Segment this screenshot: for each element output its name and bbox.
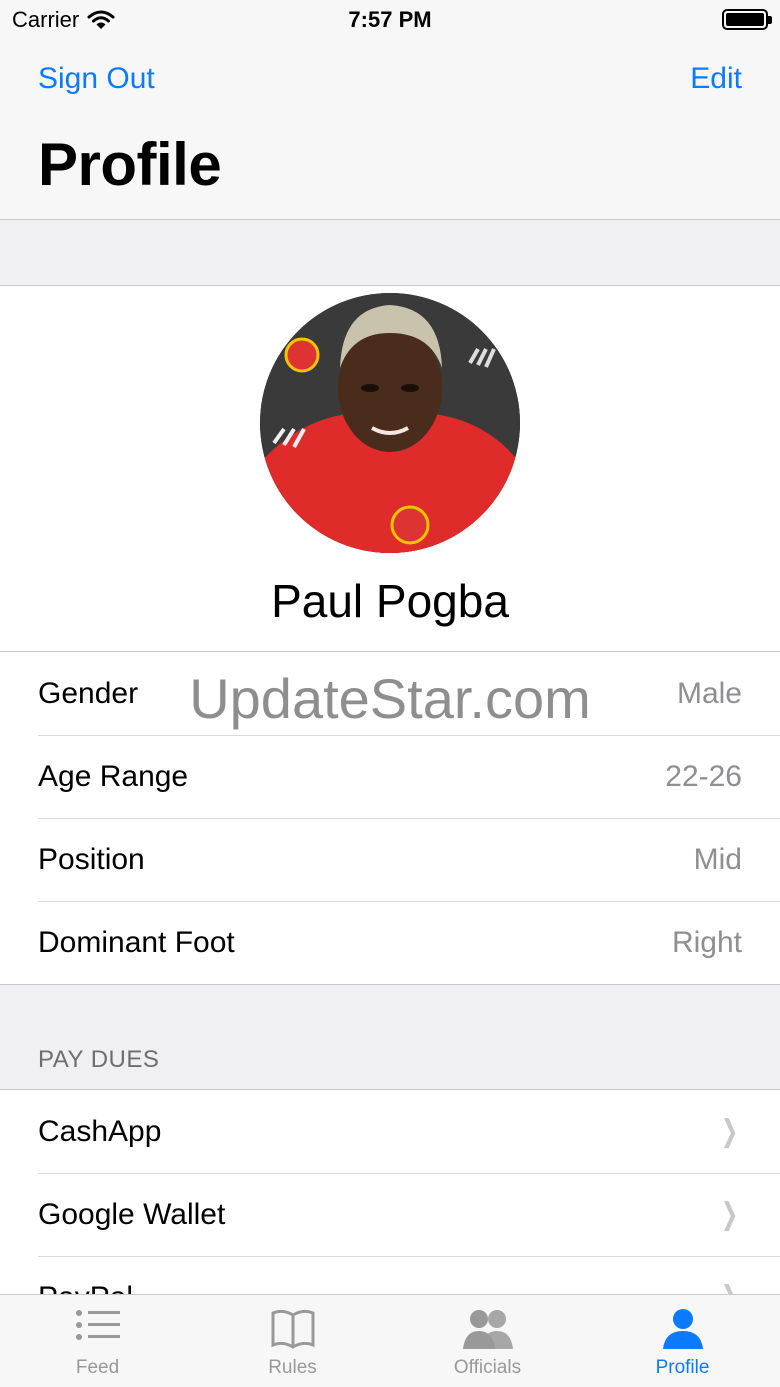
tab-bar: Feed Rules Officials Profile (0, 1294, 780, 1387)
pay-option-cashapp[interactable]: CashApp ❯ (0, 1090, 780, 1173)
profile-info-list: Gender Male Age Range 22-26 Position Mid… (0, 651, 780, 985)
tab-profile[interactable]: Profile (585, 1295, 780, 1387)
pay-option-label: CashApp (38, 1114, 162, 1148)
tab-label: Officials (453, 1357, 522, 1378)
tab-label: Feed (75, 1357, 120, 1378)
player-name: Paul Pogba (271, 575, 509, 627)
info-row-position: Position Mid (0, 818, 780, 901)
list-icon (75, 1310, 120, 1340)
info-value: Mid (693, 842, 742, 876)
section-spacer (0, 220, 780, 285)
pay-dues-list: CashApp ❯ Google Wallet ❯ PayPal ❯ (0, 1089, 780, 1299)
profile-card: Paul Pogba (0, 285, 780, 651)
tab-rules[interactable]: Rules (195, 1295, 390, 1387)
pay-option-paypal[interactable]: PayPal ❯ (0, 1256, 780, 1299)
status-bar: Carrier 7:57 PM (0, 0, 780, 40)
navigation-bar: Sign Out Edit Profile (0, 40, 780, 220)
tab-label: Rules (268, 1357, 317, 1378)
info-label: Dominant Foot (38, 925, 235, 959)
battery-icon (722, 9, 772, 30)
pay-dues-header: PAY DUES (38, 1046, 160, 1073)
info-value: 22-26 (665, 759, 742, 793)
book-icon (271, 1309, 314, 1349)
tab-label: Profile (655, 1357, 710, 1378)
chevron-right-icon: ❯ (720, 1115, 739, 1148)
status-time: 7:57 PM (348, 7, 432, 32)
edit-button[interactable]: Edit (690, 62, 742, 96)
pay-option-label: Google Wallet (38, 1197, 226, 1231)
tab-feed[interactable]: Feed (0, 1295, 195, 1387)
info-label: Gender (38, 676, 139, 710)
info-value: Male (676, 676, 742, 710)
info-row-dominant-foot: Dominant Foot Right (0, 901, 780, 984)
info-row-gender: Gender Male (0, 652, 780, 735)
avatar[interactable] (260, 293, 520, 553)
person-icon (662, 1309, 703, 1349)
page-title: Profile (38, 131, 222, 198)
chevron-right-icon: ❯ (720, 1198, 739, 1231)
people-icon (462, 1310, 513, 1349)
info-label: Position (38, 842, 145, 876)
pay-option-google-wallet[interactable]: Google Wallet ❯ (0, 1173, 780, 1256)
avatar-photo (260, 293, 520, 553)
tab-officials[interactable]: Officials (390, 1295, 585, 1387)
sign-out-button[interactable]: Sign Out (38, 62, 155, 96)
info-value: Right (671, 925, 742, 959)
info-row-age-range: Age Range 22-26 (0, 735, 780, 818)
info-label: Age Range (38, 759, 189, 793)
